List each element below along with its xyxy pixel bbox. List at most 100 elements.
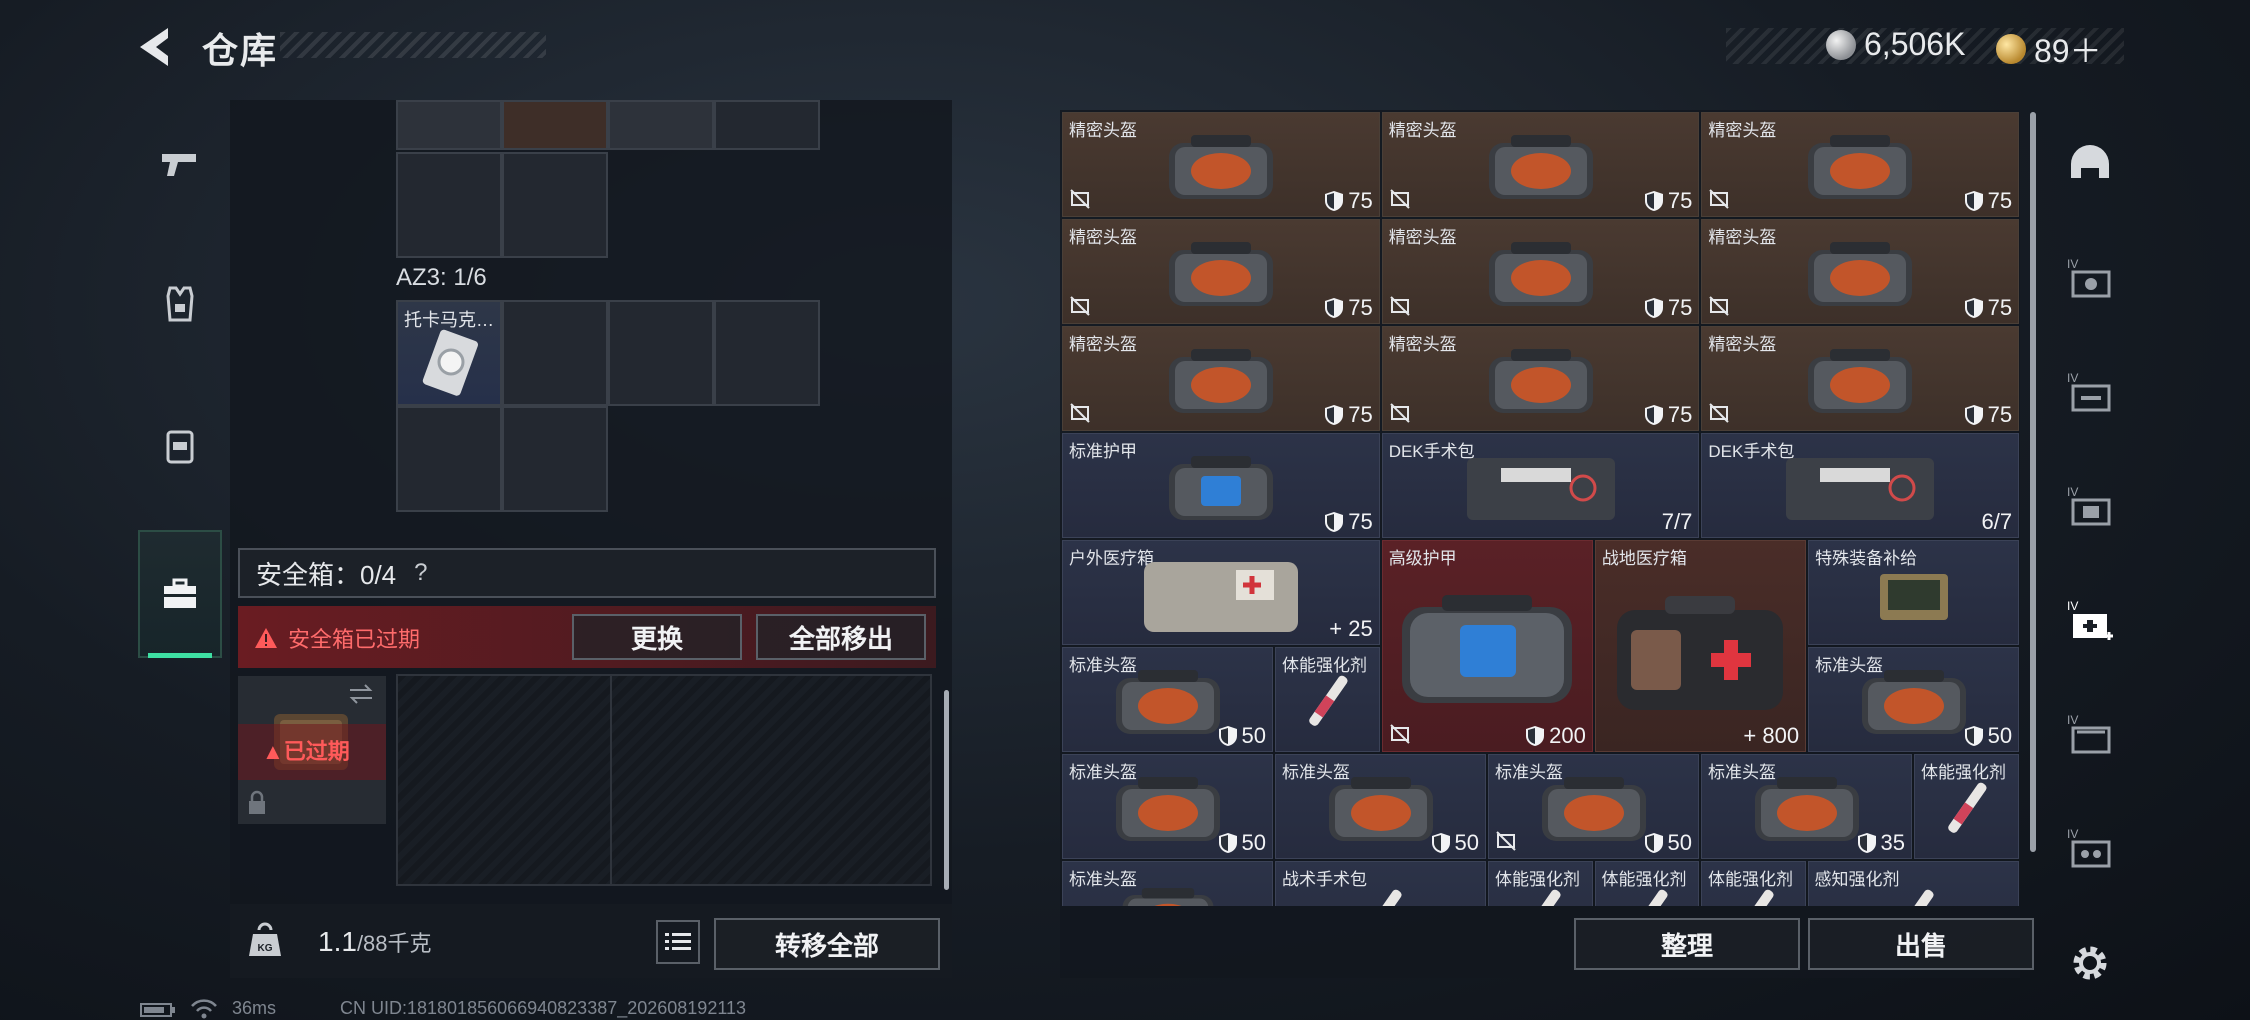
stim-injector-icon — [1948, 782, 1987, 833]
container-slot[interactable] — [608, 300, 714, 406]
settings-button[interactable] — [2042, 908, 2138, 1018]
swap-icon[interactable] — [346, 682, 376, 706]
warehouse-item[interactable]: 标准头盔 50 — [1808, 647, 2020, 752]
remove-all-button[interactable]: 全部移出 — [756, 614, 926, 660]
warehouse-item[interactable]: 精密头盔 75 — [1701, 112, 2020, 217]
storage-box-icon: IV — [2067, 713, 2111, 754]
container-slot[interactable] — [502, 300, 608, 406]
warehouse-item[interactable]: 精密头盔 75 — [1062, 219, 1380, 324]
tab-storage-2[interactable]: IV — [2042, 338, 2138, 448]
storage-box-icon: IV — [2067, 371, 2111, 412]
back-button[interactable] — [132, 22, 182, 72]
container-slot[interactable] — [502, 406, 608, 512]
storage-box-icon: IV — [2067, 485, 2111, 526]
warehouse-item[interactable]: 标准头盔 50 — [1488, 754, 1699, 859]
container-slot[interactable] — [396, 152, 502, 258]
warehouse-item[interactable]: 精密头盔 75 — [1062, 112, 1380, 217]
container-slot[interactable] — [502, 100, 608, 150]
item-name: 精密头盔 — [1388, 228, 1457, 247]
tab-backpack[interactable] — [138, 382, 222, 510]
expired-tag: ▲已过期 — [262, 734, 350, 766]
no-repair-icon — [1709, 403, 1730, 423]
armor-shield-icon — [1431, 833, 1450, 853]
surgical-kit-icon — [1466, 457, 1615, 520]
warning-text: 安全箱已过期 — [288, 627, 421, 652]
container-slot[interactable] — [396, 406, 502, 512]
help-icon[interactable]: ? — [414, 559, 427, 587]
list-view-button[interactable] — [656, 920, 700, 964]
tab-armor[interactable] — [138, 240, 222, 368]
silver-coin-icon — [1826, 29, 1856, 60]
helmet-bag-icon — [1488, 348, 1593, 413]
warehouse-item[interactable]: 标准头盔 50 — [1062, 647, 1273, 752]
outdoor-med-kit-icon — [1143, 561, 1298, 632]
item-name: 战地医疗箱 — [1601, 549, 1687, 568]
warehouse-item[interactable]: 体能强化剂 — [1914, 754, 2019, 859]
armor-shield-icon — [1964, 726, 1983, 746]
item-value: 50 — [1964, 723, 2012, 749]
warehouse-scrollbar[interactable] — [2030, 112, 2036, 852]
warehouse-item[interactable]: 战地医疗箱 + 800 — [1594, 540, 1807, 752]
tab-safebox[interactable] — [138, 530, 222, 658]
armor-shield-icon — [1644, 298, 1663, 318]
warehouse-item[interactable]: 精密头盔 75 — [1062, 326, 1380, 431]
warehouse-item[interactable]: 特殊装备补给 — [1808, 540, 2020, 645]
tab-storage-1[interactable]: IV — [2042, 224, 2138, 334]
warehouse-item[interactable]: 精密头盔 75 — [1381, 219, 1700, 324]
warehouse-item[interactable]: 体能强化剂 — [1275, 647, 1380, 752]
helmet-bag-icon — [1115, 669, 1220, 734]
tab-storage-5[interactable]: IV — [2042, 794, 2138, 904]
container-slot[interactable] — [396, 100, 502, 150]
warehouse-item[interactable]: 标准头盔 35 — [1701, 754, 1912, 859]
warehouse-item[interactable]: 体能强化剂 — [1594, 861, 1699, 906]
az3-item-card[interactable]: 托卡马克… — [396, 300, 502, 406]
warehouse-item[interactable]: 户外医疗箱 + 25 — [1062, 540, 1380, 645]
warehouse-item[interactable]: 标准头盔 50 — [1275, 754, 1486, 859]
container-slot[interactable] — [714, 100, 820, 150]
armor-shield-icon — [1644, 191, 1663, 211]
container-slot[interactable] — [608, 100, 714, 150]
warehouse-item[interactable]: 精密头盔 75 — [1381, 326, 1700, 431]
warehouse-item[interactable]: DEK手术包 7/7 — [1381, 433, 1700, 538]
helmet-bag-icon — [1808, 348, 1913, 413]
armor-bag-icon — [1168, 455, 1273, 520]
warehouse-item[interactable]: 标准头盔 — [1062, 861, 1273, 906]
item-name: 精密头盔 — [1708, 228, 1777, 247]
sell-button[interactable]: 出售 — [1808, 918, 2034, 970]
svg-text:IV: IV — [2067, 713, 2078, 727]
tab-helmet[interactable] — [2042, 110, 2138, 220]
tab-weapons[interactable] — [138, 100, 222, 228]
container-slot[interactable] — [502, 152, 608, 258]
warehouse-item[interactable]: 高级护甲 200 — [1381, 540, 1593, 752]
svg-text:IV: IV — [2067, 371, 2078, 385]
armor-shield-icon — [1218, 833, 1237, 853]
warehouse-item[interactable]: 精密头盔 75 — [1701, 326, 2020, 431]
replace-button[interactable]: 更换 — [572, 614, 742, 660]
tab-storage-3[interactable]: IV — [2042, 452, 2138, 562]
warehouse-item[interactable]: DEK手术包 6/7 — [1701, 433, 2020, 538]
safebox-grid[interactable] — [396, 674, 932, 886]
back-arrow-icon — [140, 28, 168, 66]
left-scrollbar[interactable] — [944, 690, 949, 890]
item-value: 50 — [1431, 830, 1479, 856]
item-value: 50 — [1218, 830, 1266, 856]
medical-box-icon: IV — [2067, 599, 2113, 640]
warehouse-item[interactable]: 感知强化剂 — [1807, 861, 2019, 906]
warehouse-item[interactable]: 战术手术包 — [1275, 861, 1486, 906]
warehouse-item[interactable]: 精密头盔 75 — [1381, 112, 1700, 217]
warehouse-item[interactable]: 标准头盔 50 — [1062, 754, 1273, 859]
gold-currency[interactable]: 89＋ — [1996, 26, 2102, 72]
container-slot[interactable] — [714, 300, 820, 406]
no-repair-icon — [1709, 296, 1730, 316]
stim-injector-icon — [1522, 889, 1561, 906]
transfer-all-button[interactable]: 转移全部 — [714, 918, 940, 970]
warehouse-item[interactable]: 精密头盔 75 — [1701, 219, 2020, 324]
item-name: 精密头盔 — [1069, 228, 1137, 247]
tab-storage-4[interactable]: IV — [2042, 680, 2138, 790]
warehouse-item[interactable]: 体能强化剂 — [1488, 861, 1593, 906]
warehouse-item[interactable]: 体能强化剂 — [1701, 861, 1806, 906]
tab-medical[interactable]: IV — [2042, 566, 2138, 676]
silver-currency[interactable]: 6,506K — [1826, 26, 1965, 63]
warehouse-item[interactable]: 标准护甲 75 — [1062, 433, 1380, 538]
sort-button[interactable]: 整理 — [1574, 918, 1800, 970]
